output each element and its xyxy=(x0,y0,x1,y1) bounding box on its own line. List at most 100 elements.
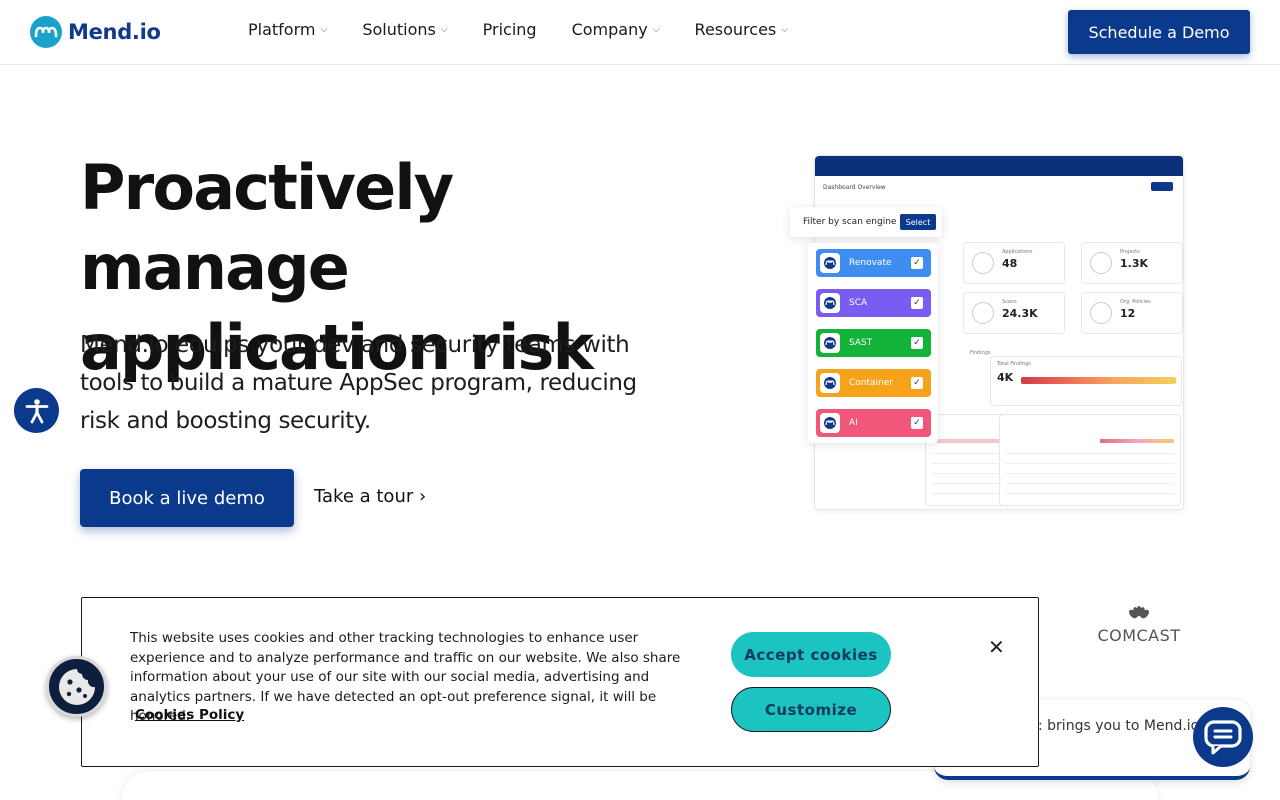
findings-label: Findings xyxy=(970,350,991,356)
chat-bubble-text: : brings you to Mend.io xyxy=(1038,718,1200,734)
cookie-settings-button[interactable] xyxy=(46,656,107,717)
accept-cookies-button[interactable]: Accept cookies xyxy=(731,632,891,677)
nav-resources-label: Resources xyxy=(694,20,777,39)
dashboard-illustration: Dashboard Overview Applications 48 Proje… xyxy=(790,155,1190,515)
engine-name: Container xyxy=(849,378,893,388)
accessibility-icon xyxy=(25,398,48,423)
total-findings-label: Total Findings xyxy=(997,361,1031,367)
nav-platform-label: Platform xyxy=(248,20,316,39)
engine-name: AI xyxy=(849,418,858,428)
table-row xyxy=(932,473,1004,474)
chevron-down-icon: ⌵ xyxy=(320,24,328,35)
table-header xyxy=(932,439,1004,443)
nav-pricing[interactable]: Pricing xyxy=(483,20,537,39)
stat-label: Applications xyxy=(1002,249,1033,255)
mend-logo-icon xyxy=(820,293,840,313)
close-icon[interactable]: ✕ xyxy=(988,635,1005,659)
scan-icon xyxy=(972,302,994,324)
engine-container: Container ✓ xyxy=(816,369,931,397)
severity-bar xyxy=(1021,377,1176,384)
table-row xyxy=(1006,453,1174,454)
customize-button[interactable]: Customize xyxy=(731,687,891,732)
mend-logo-icon xyxy=(820,373,840,393)
take-a-tour-link[interactable]: Take a tour › xyxy=(314,486,426,507)
stat-label: Projects xyxy=(1120,249,1140,255)
cookie-banner: This website uses cookies and other trac… xyxy=(81,597,1039,767)
engine-sca: SCA ✓ xyxy=(816,289,931,317)
nav-solutions-label: Solutions xyxy=(362,20,436,39)
stat-value: 12 xyxy=(1120,307,1136,320)
dashboard-topbar xyxy=(815,156,1183,176)
checkbox-checked-icon: ✓ xyxy=(911,297,923,309)
table-row xyxy=(1006,483,1174,484)
stat-card-applications: Applications 48 xyxy=(963,242,1065,284)
stat-label: Scans xyxy=(1002,299,1017,305)
table-row xyxy=(932,463,1004,464)
cookies-policy-link[interactable]: Cookies Policy xyxy=(135,707,244,723)
chat-button[interactable] xyxy=(1193,707,1253,767)
scan-engine-filter: Filter by scan engine Select Renovate ✓ … xyxy=(790,207,942,443)
mend-logo-icon xyxy=(30,16,62,48)
dashboard-title: Dashboard Overview xyxy=(823,184,886,191)
table-row xyxy=(932,493,1004,494)
chevron-down-icon: ⌵ xyxy=(781,24,789,35)
chevron-right-icon: › xyxy=(419,486,427,507)
accessibility-button[interactable] xyxy=(14,388,59,433)
engine-sast: SAST ✓ xyxy=(816,329,931,357)
logo-text: Mend.io xyxy=(68,20,161,44)
engine-name: SCA xyxy=(849,298,868,308)
nav-company-label: Company xyxy=(571,20,648,39)
stat-card-policies: Org. Policies 12 xyxy=(1081,292,1183,334)
checkbox-checked-icon: ✓ xyxy=(911,377,923,389)
table-row xyxy=(1006,493,1174,494)
chevron-down-icon: ⌵ xyxy=(440,24,448,35)
filter-title: Filter by scan engine xyxy=(803,217,897,227)
checkbox-checked-icon: ✓ xyxy=(911,337,923,349)
mend-logo-icon xyxy=(820,333,840,353)
stat-value: 48 xyxy=(1002,257,1018,270)
nav-company[interactable]: Company ⌵ xyxy=(572,20,660,39)
total-findings-value: 4K xyxy=(997,371,1014,384)
table-row xyxy=(1006,473,1174,474)
stat-card-scans: Scans 24.3K xyxy=(963,292,1065,334)
chat-icon xyxy=(1204,720,1242,755)
folder-icon xyxy=(1090,252,1112,274)
stat-value: 1.3K xyxy=(1120,257,1149,270)
engine-name: SAST xyxy=(849,338,873,348)
checkbox-checked-icon: ✓ xyxy=(911,257,923,269)
checkbox-checked-icon: ✓ xyxy=(911,417,923,429)
table-header xyxy=(1100,439,1174,443)
peacock-icon xyxy=(1129,606,1149,619)
export-button xyxy=(1151,182,1173,191)
site-header: Mend.io Platform ⌵ Solutions ⌵ Pricing C… xyxy=(0,0,1280,65)
nav-resources[interactable]: Resources ⌵ xyxy=(695,20,789,39)
nav-platform[interactable]: Platform ⌵ xyxy=(248,20,327,39)
stat-card-projects: Projects 1.3K xyxy=(1081,242,1183,284)
comcast-logo: COMCAST xyxy=(1094,606,1184,645)
engine-renovate: Renovate ✓ xyxy=(816,249,931,277)
table-row xyxy=(932,483,1004,484)
nav-solutions[interactable]: Solutions ⌵ xyxy=(362,20,447,39)
findings-card: Total Findings 4K xyxy=(990,356,1182,406)
engine-ai: AI ✓ xyxy=(816,409,931,437)
mend-logo-icon xyxy=(820,253,840,273)
logo[interactable]: Mend.io xyxy=(30,16,161,48)
stat-value: 24.3K xyxy=(1002,307,1038,320)
book-live-demo-button[interactable]: Book a live demo xyxy=(80,469,294,527)
take-a-tour-label: Take a tour xyxy=(314,486,414,507)
filter-select-button: Select xyxy=(900,214,936,230)
chevron-down-icon: ⌵ xyxy=(652,24,660,35)
schedule-demo-button[interactable]: Schedule a Demo xyxy=(1068,10,1250,54)
main-nav: Platform ⌵ Solutions ⌵ Pricing Company ⌵… xyxy=(248,20,823,39)
projects-table xyxy=(999,414,1181,506)
comcast-text: COMCAST xyxy=(1097,626,1181,645)
table-row xyxy=(932,453,1004,454)
hero-subtitle: Mend.io equips your dev and security tea… xyxy=(80,332,637,434)
stat-label: Org. Policies xyxy=(1120,299,1151,305)
cookie-icon xyxy=(58,668,95,705)
hero-title-bold: Proactively xyxy=(80,151,454,224)
filter-header: Filter by scan engine Select xyxy=(790,207,942,237)
nav-pricing-label: Pricing xyxy=(482,20,537,39)
engine-name: Renovate xyxy=(849,258,892,268)
table-row xyxy=(1006,463,1174,464)
